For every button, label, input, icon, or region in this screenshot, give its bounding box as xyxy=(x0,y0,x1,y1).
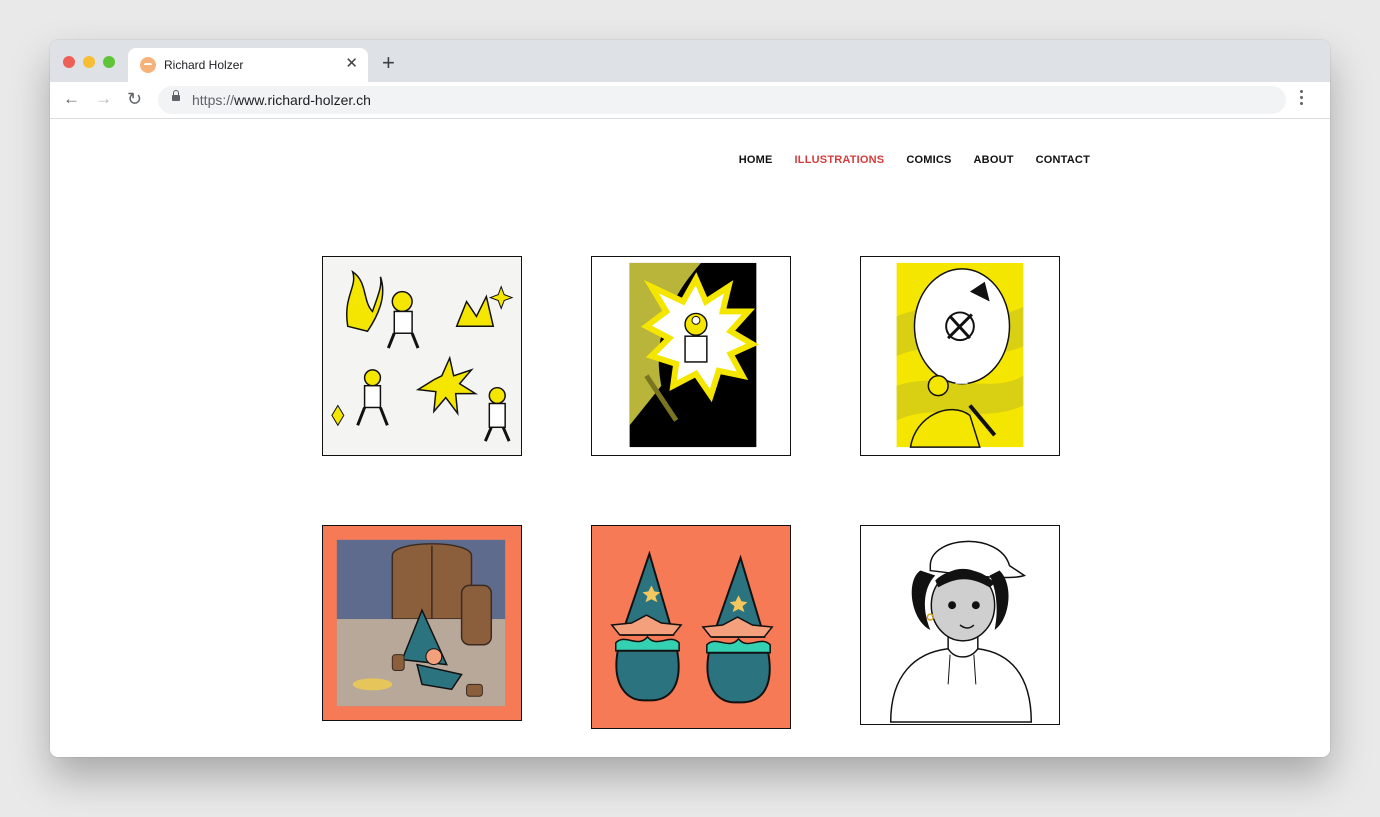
web-page: HOME ILLUSTRATIONS COMICS ABOUT CONTACT xyxy=(50,119,1330,757)
site-navigation: HOME ILLUSTRATIONS COMICS ABOUT CONTACT xyxy=(739,154,1090,166)
tab-title: Richard Holzer xyxy=(164,58,244,72)
browser-toolbar: ← → ↻ https://www.richard-holzer.ch xyxy=(50,82,1330,119)
url-scheme: https:// xyxy=(192,92,235,108)
browser-tab[interactable]: Richard Holzer ✕ xyxy=(128,48,368,82)
miner-falling-illustration xyxy=(861,257,1059,455)
wizard-hats-illustration xyxy=(592,526,790,728)
gallery-item-two-wizard-hats[interactable] xyxy=(591,525,791,729)
maximize-window-button[interactable] xyxy=(103,56,115,68)
girl-portrait-illustration xyxy=(861,526,1059,724)
gallery-item-miners-sticker-sheet[interactable] xyxy=(322,256,522,456)
back-arrow-icon[interactable]: ← xyxy=(63,89,80,109)
miner-cave-illustration xyxy=(592,257,790,455)
gallery-item-wizard-in-cellar[interactable] xyxy=(322,525,522,721)
nav-contact[interactable]: CONTACT xyxy=(1036,154,1090,166)
url-host: www.richard-holzer.ch xyxy=(234,92,371,108)
miners-illustration xyxy=(323,257,521,455)
gallery-item-girl-in-cap-hoodie[interactable] xyxy=(860,525,1060,725)
tab-strip: Richard Holzer ✕ + xyxy=(50,40,1330,82)
forward-arrow-icon[interactable]: → xyxy=(95,89,112,109)
lock-icon xyxy=(172,90,180,101)
address-bar[interactable]: https://www.richard-holzer.ch xyxy=(158,86,1286,114)
nav-about[interactable]: ABOUT xyxy=(974,154,1014,166)
tab-close-icon[interactable]: ✕ xyxy=(345,56,358,72)
wizard-cellar-illustration xyxy=(323,526,521,720)
url-text[interactable]: https://www.richard-holzer.ch xyxy=(192,92,371,108)
nav-home[interactable]: HOME xyxy=(739,154,773,166)
favicon-icon xyxy=(140,57,156,73)
new-tab-button[interactable]: + xyxy=(382,52,395,74)
nav-illustrations[interactable]: ILLUSTRATIONS xyxy=(795,154,885,166)
reload-icon[interactable]: ↻ xyxy=(127,89,142,109)
kebab-menu-icon[interactable] xyxy=(1300,90,1304,108)
gallery-item-miner-falling-bubble[interactable] xyxy=(860,256,1060,456)
nav-comics[interactable]: COMICS xyxy=(906,154,951,166)
browser-window: Richard Holzer ✕ + ← → ↻ https://www.ric… xyxy=(50,40,1330,757)
close-window-button[interactable] xyxy=(63,56,75,68)
minimize-window-button[interactable] xyxy=(83,56,95,68)
gallery-item-miner-in-cave-explosion[interactable] xyxy=(591,256,791,456)
